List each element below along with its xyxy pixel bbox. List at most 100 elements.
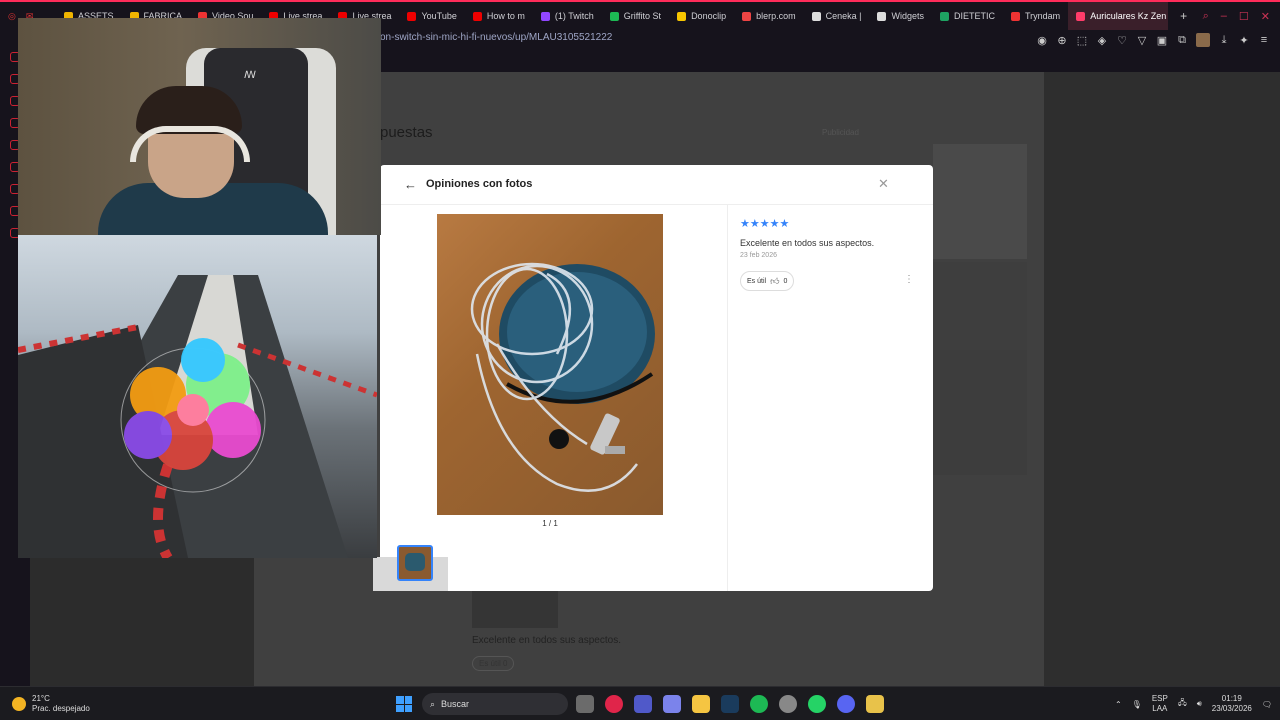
tab-label: Griffito St <box>623 11 662 21</box>
bg-ad-label: Publicidad <box>822 128 859 137</box>
whatsapp-icon[interactable] <box>808 695 826 713</box>
photo-counter: 1 / 1 <box>542 519 558 528</box>
tab-label: Ceneka | <box>825 11 862 21</box>
back-arrow-icon[interactable]: ← <box>404 177 418 192</box>
review-date: 23 feb 2026 <box>740 252 777 259</box>
browser-tab[interactable]: Auriculares Kz Zen <box>1068 2 1169 30</box>
shield-icon[interactable]: ◈ <box>1096 34 1108 47</box>
tab-favicon-icon <box>407 11 417 21</box>
webcam-overlay: ꟿ <box>18 18 381 235</box>
browser-tab[interactable]: Widgets <box>869 2 932 30</box>
bg-ad-image <box>933 144 1027 259</box>
snapshot-icon[interactable]: ⬚ <box>1076 34 1088 47</box>
teams-icon[interactable] <box>663 695 681 713</box>
tab-label: How to m <box>486 11 525 21</box>
bg-ad-image <box>933 262 1027 350</box>
steam-icon[interactable] <box>721 695 739 713</box>
tab-label: Donoclip <box>691 11 727 21</box>
puzzle-icon[interactable]: ⧉ <box>1176 34 1188 47</box>
maximize-icon[interactable]: ☐ <box>1239 10 1249 23</box>
tab-favicon-icon <box>609 11 619 21</box>
start-button[interactable] <box>396 696 412 712</box>
tab-label: (1) Twitch <box>554 11 594 21</box>
tab-label: YouTube <box>421 11 457 21</box>
camera-icon[interactable]: ◉ <box>1036 34 1048 47</box>
heart-icon[interactable]: ♡ <box>1116 34 1128 47</box>
bg-ad-image <box>933 350 1027 475</box>
tab-favicon-icon <box>540 11 550 21</box>
browser-tab[interactable]: DIETETIC <box>932 2 1003 30</box>
opera-gx-icon[interactable] <box>605 695 623 713</box>
extension-icon[interactable]: ▣ <box>1156 34 1168 47</box>
browser-tab[interactable]: Donoclip <box>669 2 734 30</box>
more-options-icon[interactable]: ⋮ <box>904 274 914 285</box>
menu-icon[interactable]: ≡ <box>1258 34 1270 46</box>
tab-favicon-icon <box>877 11 887 21</box>
tab-favicon-icon <box>677 11 687 21</box>
review-photo[interactable] <box>437 214 663 515</box>
chair-logo: ꟿ <box>244 70 256 81</box>
browser-tab[interactable]: Ceneka | <box>804 2 870 30</box>
weather-icon <box>12 697 26 711</box>
system-tray: ⌃ 🎙︎ ESP LAA 🖧︎ 🔊︎ 01:19 23/03/2026 🗨︎ <box>1115 694 1272 714</box>
teams-icon[interactable] <box>634 695 652 713</box>
bookmark-icon[interactable]: ⊕ <box>1056 34 1068 47</box>
review-text: Excelente en todos sus aspectos. <box>740 238 875 248</box>
search-icon: ⌕ <box>430 698 436 709</box>
tab-favicon-icon <box>1076 11 1086 21</box>
useful-label: Es útil <box>747 277 767 285</box>
photo-reviews-modal: ← Opiniones con fotos ✕ 1 / 1 ★★★★★ Exce… <box>380 165 933 591</box>
filter-icon[interactable]: ▽ <box>1136 34 1148 47</box>
discord-icon[interactable] <box>837 695 855 713</box>
windows-taskbar: 21°C Prac. despejado ⌕ Buscar ⌃ 🎙︎ ESP L… <box>0 686 1280 720</box>
bg-section-heading: puestas <box>380 124 433 141</box>
chevron-up-icon[interactable]: ⌃ <box>1115 700 1122 709</box>
taskbar-search[interactable]: ⌕ Buscar <box>422 693 568 715</box>
tab-label: Tryndam <box>1025 11 1061 21</box>
notification-icon[interactable]: 🗨︎ <box>1262 700 1272 709</box>
close-window-icon[interactable]: ✕ <box>1261 10 1270 23</box>
url-field[interactable]: on-switch-sin-mic-hi-fi-nuevos/up/MLAU31… <box>380 32 612 43</box>
obs-icon[interactable] <box>779 695 797 713</box>
opera-logo-icon[interactable]: ◎ <box>8 11 16 22</box>
tab-label: Auriculares Kz Zen <box>1090 11 1167 21</box>
tab-favicon-icon <box>1011 11 1020 21</box>
browser-tab[interactable]: Griffito St <box>602 2 669 30</box>
spotify-icon[interactable] <box>750 695 768 713</box>
close-icon[interactable]: ✕ <box>878 176 889 192</box>
tab-favicon-icon <box>472 11 482 21</box>
browser-tab[interactable]: (1) Twitch <box>533 2 602 30</box>
new-tab-icon[interactable]: + <box>1175 9 1193 23</box>
profile-avatar[interactable] <box>1196 33 1210 47</box>
tab-favicon-icon <box>939 11 949 21</box>
browser-tab[interactable]: How to m <box>465 2 533 30</box>
weather-desc: Prac. despejado <box>32 704 90 713</box>
file-explorer-icon[interactable] <box>692 695 710 713</box>
network-icon[interactable]: 🖧︎ <box>1178 697 1187 711</box>
modal-title: Opiniones con fotos <box>426 178 533 190</box>
browser-tab[interactable]: Tryndam <box>1003 2 1068 30</box>
photo-thumbnail[interactable] <box>397 545 433 581</box>
browser-tab[interactable]: YouTube <box>399 2 464 30</box>
app-icon[interactable] <box>866 695 884 713</box>
tab-favicon-icon <box>811 11 821 21</box>
tab-favicon-icon <box>742 11 752 21</box>
weather-widget[interactable]: 21°C Prac. despejado <box>12 694 90 714</box>
browser-tab[interactable]: blerp.com <box>734 2 804 30</box>
search-tabs-icon[interactable]: ⌕ <box>1203 10 1209 23</box>
clock[interactable]: 01:19 23/03/2026 <box>1212 694 1252 714</box>
ai-icon[interactable]: ✦ <box>1238 34 1250 47</box>
language-indicator[interactable]: ESP LAA <box>1152 694 1168 714</box>
task-view-icon[interactable] <box>576 695 594 713</box>
tab-label: blerp.com <box>756 11 796 21</box>
modal-header: ← Opiniones con fotos ✕ <box>380 165 933 205</box>
minimize-icon[interactable]: – <box>1221 10 1227 22</box>
useful-button[interactable]: Es útil 👍︎ 0 <box>740 271 795 291</box>
tab-label: DIETETIC <box>953 11 995 21</box>
game-capture <box>18 235 377 558</box>
search-placeholder: Buscar <box>441 699 470 709</box>
volume-icon[interactable]: 🔊︎ <box>1197 699 1202 709</box>
download-icon[interactable]: ⤓ <box>1218 34 1230 47</box>
weather-temp: 21°C <box>32 694 50 703</box>
microphone-icon[interactable]: 🎙︎ <box>1132 700 1142 709</box>
